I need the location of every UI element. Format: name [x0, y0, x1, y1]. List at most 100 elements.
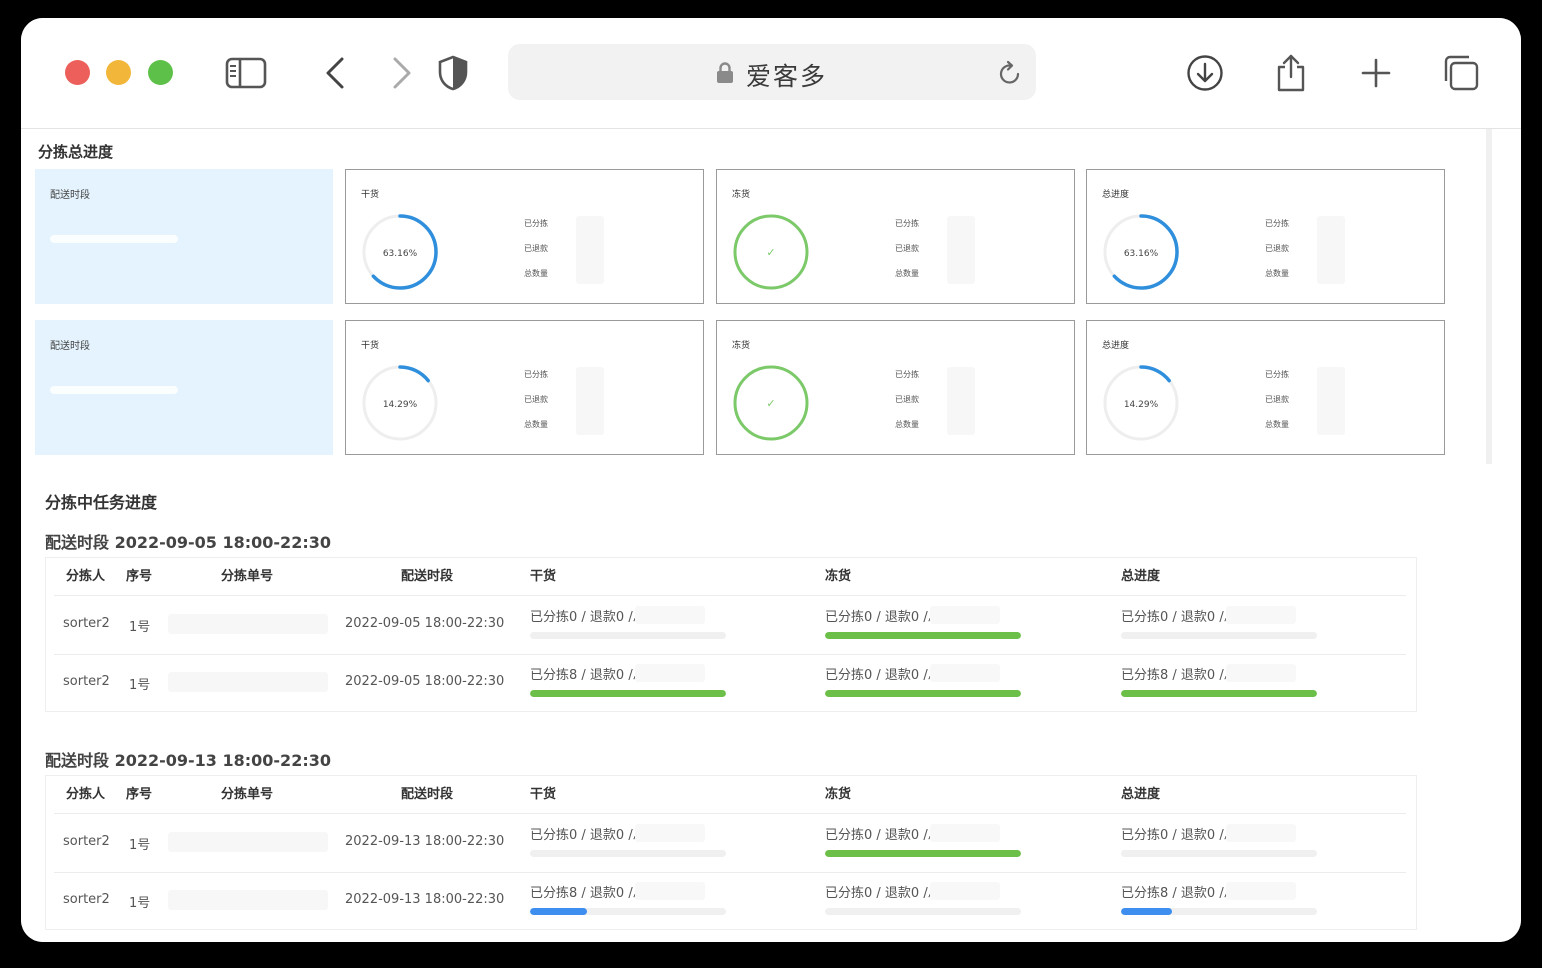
sorter-name: sorter2: [63, 834, 110, 849]
column-header: 干货: [530, 569, 557, 584]
frozen-progress-fill: [825, 850, 1021, 857]
total-total-count: [1226, 882, 1296, 900]
minimize-window-button[interactable]: [106, 60, 131, 85]
progress-stat-label: 总数量: [895, 269, 919, 278]
progress-card-label: 干货: [361, 190, 380, 200]
progress-ring: ✓: [733, 365, 809, 441]
delivery-slot-value: [50, 386, 178, 394]
browser-window: 爱客多 分拣总进度 配送时段 干货 63.16% 已分拣 已退款 总数量 冻货 ✓ 已分拣 已退款…: [21, 18, 1521, 942]
progress-card-label: 总进度: [1102, 190, 1130, 200]
sort-order-number: [168, 832, 328, 852]
column-header: 总进度: [1121, 787, 1161, 802]
progress-ring-label: 63.16%: [1124, 249, 1159, 259]
column-header: 序号: [126, 787, 153, 802]
progress-ring-label: 14.29%: [1124, 400, 1159, 410]
dry-total-count: [635, 882, 705, 900]
task-table: 分拣人 序号 分拣单号 配送时段 干货 冻货 总进度 sorter2 1号 2022-09-05 …: [45, 557, 1417, 712]
total-progress-fill: [1121, 908, 1172, 915]
progress-card[interactable]: 总进度 63.16% 已分拣 已退款 总数量: [1086, 169, 1445, 304]
progress-ring-label: ✓: [766, 397, 775, 410]
dry-progress-bar: [530, 632, 726, 639]
frozen-total-count: [930, 606, 1000, 624]
progress-stat-label: 已退款: [524, 244, 548, 253]
sort-order-number: [168, 890, 328, 910]
total-progress-bar: [1121, 632, 1317, 639]
progress-stat-values: [576, 216, 604, 284]
progress-stat-label: 已分拣: [524, 370, 548, 379]
frozen-progress-fill: [825, 632, 1021, 639]
progress-stat-label: 总数量: [1265, 420, 1289, 429]
total-total-count: [1226, 664, 1296, 682]
column-header: 冻货: [825, 569, 852, 584]
sorter-name: sorter2: [63, 674, 110, 689]
progress-card[interactable]: 冻货 ✓ 已分拣 已退款 总数量: [716, 320, 1075, 455]
delivery-slot: 2022-09-13 18:00-22:30: [345, 892, 505, 907]
back-icon[interactable]: [313, 54, 357, 92]
task-table: 分拣人 序号 分拣单号 配送时段 干货 冻货 总进度 sorter2 1号 2022-09-13 …: [45, 775, 1417, 930]
browser-toolbar: 爱客多: [21, 18, 1521, 129]
dry-progress-fill: [530, 908, 587, 915]
progress-ring: 63.16%: [1103, 214, 1179, 290]
dry-progress-fill: [530, 690, 726, 697]
progress-stat-values: [947, 367, 975, 435]
progress-card-label: 干货: [361, 341, 380, 351]
progress-stat-label: 已退款: [895, 395, 919, 404]
sort-order-number: [168, 672, 328, 692]
zoom-window-button[interactable]: [148, 60, 173, 85]
progress-card[interactable]: 总进度 14.29% 已分拣 已退款 总数量: [1086, 320, 1445, 455]
progress-stat-values: [947, 216, 975, 284]
total-progress-fill: [1121, 690, 1317, 697]
tabs-icon[interactable]: [1439, 54, 1483, 92]
sidebar-icon[interactable]: [224, 54, 268, 92]
total-progress-bar: [1121, 850, 1317, 857]
tasks-title: 分拣中任务进度: [45, 493, 158, 512]
progress-stat-label: 已退款: [1265, 395, 1289, 404]
dry-total-count: [635, 664, 705, 682]
dry-total-count: [635, 606, 705, 624]
progress-card-label: 冻货: [732, 341, 751, 351]
progress-card-label: 冻货: [732, 190, 751, 200]
sorter-name: sorter2: [63, 892, 110, 907]
share-icon[interactable]: [1269, 54, 1313, 92]
progress-stat-label: 总数量: [1265, 269, 1289, 278]
frozen-progress-fill: [825, 690, 1021, 697]
delivery-slot: 2022-09-05 18:00-22:30: [345, 674, 505, 689]
progress-stat-values: [1317, 367, 1345, 435]
column-header: 分拣人: [66, 787, 106, 802]
close-window-button[interactable]: [65, 60, 90, 85]
delivery-slot-card[interactable]: 配送时段: [35, 169, 333, 304]
progress-card[interactable]: 冻货 ✓ 已分拣 已退款 总数量: [716, 169, 1075, 304]
header-divider: [54, 813, 1406, 814]
progress-card-label: 总进度: [1102, 341, 1130, 351]
reload-icon[interactable]: [998, 60, 1022, 90]
frozen-progress-bar: [825, 908, 1021, 915]
row-divider: [54, 654, 1406, 655]
delivery-slot-card[interactable]: 配送时段: [35, 320, 333, 455]
total-total-count: [1226, 606, 1296, 624]
progress-card[interactable]: 干货 14.29% 已分拣 已退款 总数量: [345, 320, 704, 455]
progress-card[interactable]: 干货 63.16% 已分拣 已退款 总数量: [345, 169, 704, 304]
scrollbar[interactable]: [1486, 129, 1492, 464]
total-progress-bar: [1121, 908, 1317, 915]
progress-stat-label: 已分拣: [524, 219, 548, 228]
forward-icon[interactable]: [380, 54, 424, 92]
address-bar[interactable]: 爱客多: [508, 44, 1036, 100]
column-header: 分拣单号: [221, 569, 274, 584]
sorter-name: sorter2: [63, 616, 110, 631]
shield-icon[interactable]: [431, 54, 475, 92]
column-header: 序号: [126, 569, 153, 584]
progress-ring: ✓: [733, 214, 809, 290]
delivery-slot-group-title: 配送时段 2022-09-05 18:00-22:30: [45, 533, 331, 552]
column-header: 分拣人: [66, 569, 106, 584]
column-header: 冻货: [825, 787, 852, 802]
page-content: 分拣总进度 配送时段 干货 63.16% 已分拣 已退款 总数量 冻货 ✓ 已分拣 已退款 总数量总…: [21, 129, 1521, 942]
progress-stat-values: [576, 367, 604, 435]
frozen-progress-bar: [825, 632, 1021, 639]
sort-order-number: [168, 614, 328, 634]
download-icon[interactable]: [1183, 54, 1227, 92]
progress-stat-label: 总数量: [895, 420, 919, 429]
progress-ring-label: 63.16%: [383, 249, 418, 259]
frozen-total-count: [930, 664, 1000, 682]
progress-stat-values: [1317, 216, 1345, 284]
new-tab-icon[interactable]: [1354, 54, 1398, 92]
